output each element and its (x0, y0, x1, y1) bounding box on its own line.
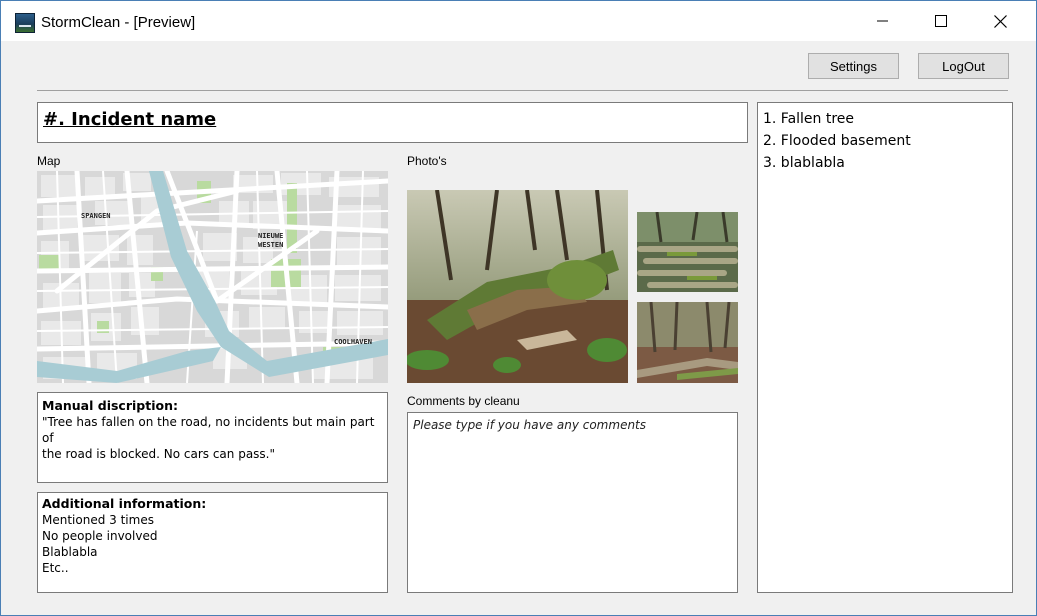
app-logo-icon (15, 13, 35, 33)
window-title: StormClean - [Preview] (41, 14, 196, 31)
description-text-line: "Tree has fallen on the road, no inciden… (42, 415, 375, 445)
description-text-line: the road is blocked. No cars can pass." (42, 447, 276, 461)
comments-box[interactable] (407, 412, 738, 593)
incident-list: 1. Fallen tree 2. Flooded basement 3. bl… (757, 102, 1013, 593)
minimize-button[interactable] (854, 1, 912, 41)
additional-info-line: Mentioned 3 times (42, 513, 154, 527)
comments-label: Comments by cleanu (407, 394, 520, 408)
additional-info-line: No people involved (42, 529, 158, 543)
maximize-icon (935, 15, 947, 27)
description-heading: Manual discription: (42, 398, 178, 413)
photos-label: Photo's (407, 154, 447, 168)
logout-button[interactable]: LogOut (918, 53, 1009, 79)
settings-button[interactable]: Settings (808, 53, 899, 79)
maximize-button[interactable] (912, 1, 970, 41)
svg-text:SPANGEN: SPANGEN (81, 212, 111, 220)
close-button[interactable] (971, 1, 1029, 41)
map-view[interactable]: SPANGEN NIEUWE WESTEN COOLHAVEN (37, 171, 388, 383)
svg-text:WESTEN: WESTEN (258, 241, 283, 249)
incident-title: #. Incident name (43, 109, 217, 130)
incident-list-item[interactable]: 1. Fallen tree (763, 108, 1007, 130)
map-label: Map (37, 154, 61, 168)
fallen-tree-photo (407, 190, 628, 383)
description-box: Manual discription: "Tree has fallen on … (37, 392, 388, 483)
additional-info-line: Etc.. (42, 561, 69, 575)
incident-title-box: #. Incident name (37, 102, 748, 143)
log-pile-photo (637, 212, 738, 292)
incident-list-item[interactable]: 3. blablabla (763, 152, 1007, 174)
minimize-icon (877, 20, 888, 22)
incident-photo-thumb-2[interactable] (637, 302, 738, 383)
comments-input[interactable] (413, 418, 732, 587)
incident-list-item[interactable]: 2. Flooded basement (763, 130, 1007, 152)
svg-text:NIEUWE: NIEUWE (258, 232, 283, 240)
title-bar[interactable]: StormClean - [Preview] (1, 1, 1036, 41)
svg-text:COOLHAVEN: COOLHAVEN (334, 338, 372, 346)
close-icon (993, 14, 1007, 28)
app-window: StormClean - [Preview] Settings LogOut #… (0, 0, 1037, 616)
street-map-image: SPANGEN NIEUWE WESTEN COOLHAVEN (37, 171, 388, 383)
incident-photo-thumb-1[interactable] (637, 212, 738, 292)
additional-info-heading: Additional information: (42, 496, 207, 511)
additional-info-line: Blablabla (42, 545, 98, 559)
incident-photo-main[interactable] (407, 190, 628, 383)
header-divider (37, 90, 1008, 91)
additional-info-box: Additional information: Mentioned 3 time… (37, 492, 388, 593)
forest-log-photo (637, 302, 738, 383)
